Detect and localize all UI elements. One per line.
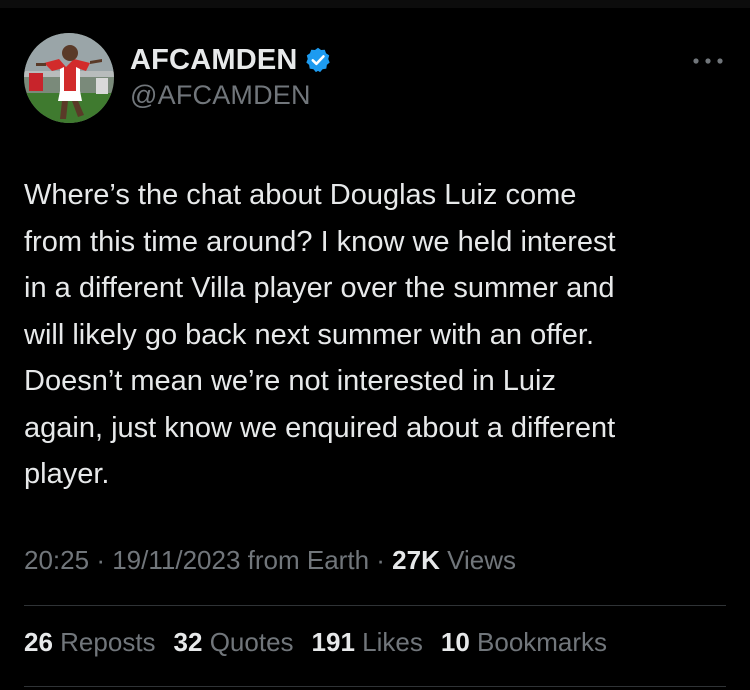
tweet-time[interactable]: 20:25 xyxy=(24,545,89,575)
tweet-meta: 20:25 · 19/11/2023 from Earth · 27K View… xyxy=(24,545,516,576)
views-label[interactable]: Views xyxy=(447,545,516,575)
likes-count: 191 xyxy=(311,627,355,657)
divider xyxy=(24,686,726,687)
display-name[interactable]: AFCAMDEN xyxy=(130,44,298,77)
stat-bookmarks[interactable]: 10 Bookmarks xyxy=(441,627,607,658)
reposts-label: Reposts xyxy=(60,627,156,657)
tweet-text: Where’s the chat about Douglas Luiz come… xyxy=(24,179,616,490)
avatar[interactable] xyxy=(24,33,114,123)
stat-likes[interactable]: 191 Likes xyxy=(312,627,423,658)
author-handle[interactable]: @AFCAMDEN xyxy=(130,80,311,111)
reposts-count: 26 xyxy=(24,627,53,657)
likes-label: Likes xyxy=(362,627,423,657)
divider xyxy=(24,605,726,606)
author-name-row[interactable]: AFCAMDEN xyxy=(130,42,332,78)
meta-separator: · xyxy=(96,545,105,575)
tweet-date[interactable]: 19/11/2023 xyxy=(112,545,240,575)
tweet-source: from Earth xyxy=(247,545,370,575)
verified-badge-icon xyxy=(304,46,332,74)
stat-quotes[interactable]: 32 Quotes xyxy=(174,627,294,658)
footballer-avatar-icon xyxy=(24,33,114,123)
top-strip xyxy=(0,0,750,8)
engagement-stats: 26 Reposts 32 Quotes 191 Likes 10 Bookma… xyxy=(24,627,625,658)
quotes-label: Quotes xyxy=(209,627,294,657)
stat-reposts[interactable]: 26 Reposts xyxy=(24,627,156,658)
meta-separator: · xyxy=(376,545,385,575)
bookmarks-count: 10 xyxy=(440,627,470,657)
quotes-count: 32 xyxy=(173,627,203,657)
more-options-icon[interactable] xyxy=(690,54,726,68)
bookmarks-label: Bookmarks xyxy=(477,627,608,657)
views-count[interactable]: 27K xyxy=(392,545,440,575)
